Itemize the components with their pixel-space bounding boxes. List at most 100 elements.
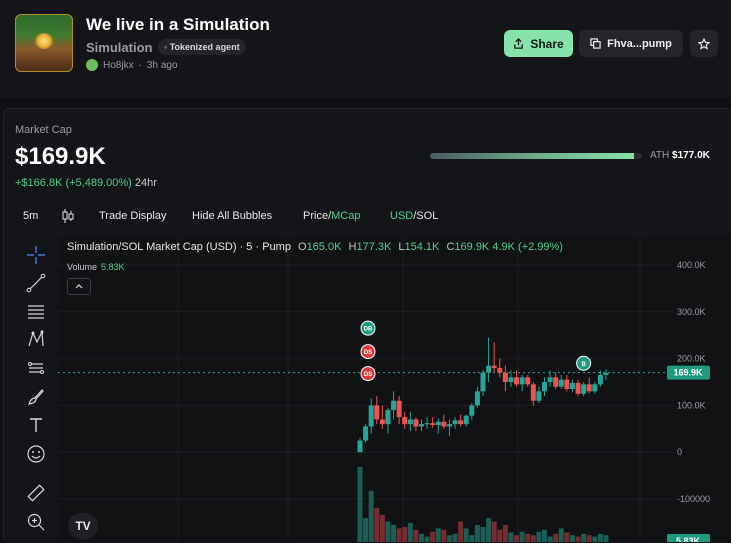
candle-body bbox=[553, 377, 559, 387]
volume-bar bbox=[553, 533, 559, 542]
trade-display-button[interactable]: Trade Display bbox=[99, 210, 166, 222]
volume-bar bbox=[463, 528, 469, 542]
address-label: Fhva...pump bbox=[607, 37, 672, 50]
volume-label: Volume bbox=[67, 262, 98, 272]
copy-icon bbox=[590, 38, 601, 49]
copy-address-button[interactable]: Fhva...pump bbox=[579, 30, 683, 57]
volume-bar bbox=[480, 527, 486, 542]
volume-bar bbox=[357, 467, 363, 542]
volume-bar bbox=[435, 528, 441, 542]
volume-bar bbox=[391, 524, 397, 542]
zoom-tool[interactable] bbox=[22, 510, 50, 534]
volume-bar bbox=[530, 535, 536, 542]
candle-body bbox=[502, 372, 508, 382]
market-cap-value: $169.9K bbox=[15, 143, 106, 170]
usd-sol-toggle[interactable]: USD/SOL bbox=[390, 210, 438, 222]
candle-body bbox=[536, 391, 542, 401]
volume-bar bbox=[402, 527, 408, 542]
volume-bar bbox=[486, 518, 492, 542]
star-icon bbox=[698, 37, 710, 50]
price-chart[interactable]: 400.0K 300.0K 200.0K 100.0K 0 -100000 DB DS DS B 1… bbox=[58, 237, 731, 542]
ath-info: ATH $177.0K bbox=[650, 150, 710, 161]
interval-selector[interactable]: 5m bbox=[23, 210, 38, 222]
volume-bar bbox=[564, 532, 570, 542]
market-cap-change: +$166.8K (+5,489.00%) 24hr bbox=[15, 177, 157, 189]
trade-bubble-label: DB bbox=[364, 327, 373, 333]
volume-bar bbox=[519, 531, 525, 542]
favorite-button[interactable] bbox=[690, 30, 718, 57]
candle-type-button[interactable] bbox=[62, 209, 74, 226]
ruler-tool[interactable] bbox=[22, 481, 50, 505]
badge-label: Tokenized agent bbox=[169, 42, 240, 52]
measure-tool[interactable] bbox=[22, 356, 50, 380]
fib-tool[interactable] bbox=[22, 299, 50, 323]
candle-body bbox=[603, 372, 609, 375]
volume-legend: Volume 5.83K bbox=[67, 262, 125, 272]
candle-body bbox=[357, 440, 363, 453]
token-image bbox=[15, 14, 73, 72]
collapse-legend-button[interactable] bbox=[67, 278, 91, 295]
volume-bar bbox=[474, 524, 480, 542]
chevron-up-icon bbox=[75, 284, 83, 289]
trade-bubble-label: DS bbox=[364, 372, 372, 378]
candle-body bbox=[592, 384, 598, 392]
candle-body bbox=[368, 405, 374, 427]
creator-name[interactable]: Ho8jkx bbox=[103, 60, 134, 71]
lines-icon bbox=[28, 305, 44, 319]
token-ticker: Simulation bbox=[86, 40, 153, 55]
candle-body bbox=[407, 419, 413, 425]
open-value: 165.0K bbox=[306, 241, 342, 253]
low-value: 154.1K bbox=[404, 241, 440, 253]
candle-body bbox=[480, 372, 486, 392]
volume-bar bbox=[368, 490, 374, 542]
current-price-label: 169.9K bbox=[673, 368, 703, 378]
price-mcap-toggle[interactable]: Price/MCap bbox=[303, 210, 360, 222]
candle-body bbox=[441, 421, 447, 427]
brush-tool[interactable] bbox=[22, 385, 50, 409]
volume-bar bbox=[446, 535, 452, 542]
chart-title: Simulation/SOL Market Cap (USD) · 5 · Pu… bbox=[67, 241, 291, 253]
volume-bar bbox=[385, 521, 391, 542]
text-tool[interactable] bbox=[22, 413, 50, 437]
zoom-in-icon bbox=[27, 513, 45, 531]
candle-body bbox=[547, 377, 553, 382]
usd-option: USD bbox=[390, 210, 414, 222]
candle-body bbox=[514, 377, 520, 385]
creator-info: Ho8jkx · 3h ago bbox=[86, 59, 178, 71]
market-cap-label: Market Cap bbox=[15, 124, 72, 136]
candle-body bbox=[581, 384, 587, 394]
volume-bar bbox=[575, 536, 581, 542]
candle-body bbox=[530, 384, 536, 401]
volume-bar bbox=[374, 507, 380, 542]
chart-canvas[interactable]: 400.0K 300.0K 200.0K 100.0K 0 -100000 DB DS DS B 1… bbox=[58, 237, 731, 542]
sol-option: SOL bbox=[416, 210, 439, 222]
token-age: 3h ago bbox=[146, 59, 178, 71]
candle-body bbox=[424, 423, 430, 425]
y-tick-label: 0 bbox=[677, 447, 682, 457]
pattern-icon bbox=[28, 329, 44, 347]
volume-bar bbox=[413, 529, 419, 542]
candle-body bbox=[519, 377, 525, 385]
volume-tag-label: 5.83K bbox=[676, 536, 701, 542]
volume-bar bbox=[458, 521, 464, 542]
crosshair-tool[interactable] bbox=[22, 243, 50, 267]
candle-body bbox=[586, 384, 592, 392]
volume-bar bbox=[508, 532, 514, 542]
pattern-tool[interactable] bbox=[22, 327, 50, 351]
volume-bar bbox=[497, 529, 503, 542]
trendline-icon bbox=[26, 273, 46, 293]
volume-bar bbox=[396, 528, 402, 542]
lock-icon: ◦ bbox=[164, 42, 168, 52]
volume-bar bbox=[581, 533, 587, 542]
trendline-tool[interactable] bbox=[22, 271, 50, 295]
share-button[interactable]: Share bbox=[504, 30, 573, 57]
candle-body bbox=[446, 424, 452, 427]
candle-body bbox=[597, 374, 603, 385]
tradingview-logo[interactable]: TV bbox=[68, 513, 98, 539]
creator-avatar[interactable] bbox=[86, 59, 98, 71]
candle-body bbox=[413, 419, 419, 427]
volume-bar bbox=[542, 529, 547, 542]
hide-bubbles-button[interactable]: Hide All Bubbles bbox=[192, 210, 272, 222]
candle-body bbox=[469, 405, 475, 416]
emoji-tool[interactable] bbox=[22, 442, 50, 466]
